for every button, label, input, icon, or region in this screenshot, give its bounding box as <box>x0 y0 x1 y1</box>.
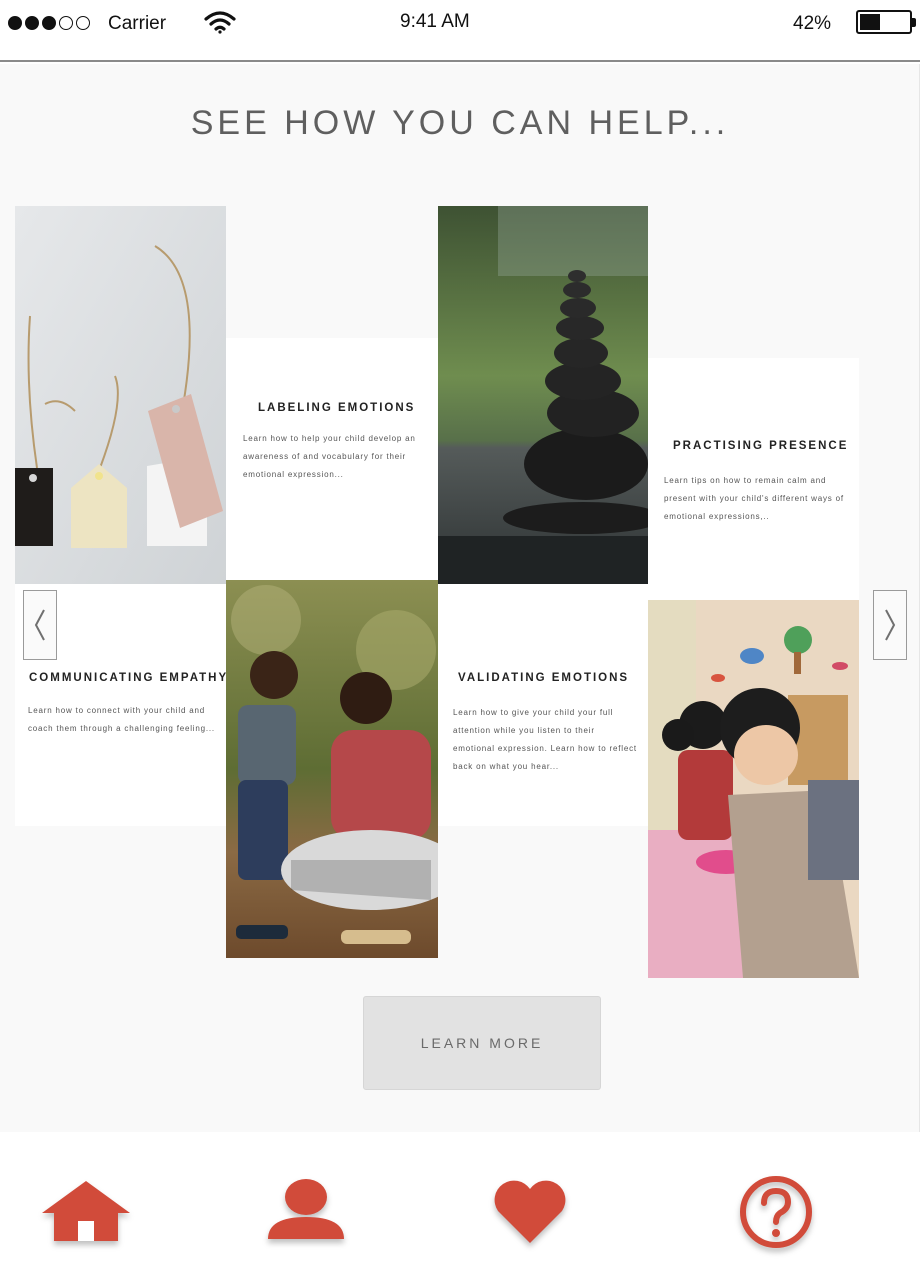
carousel-prev-button[interactable] <box>23 590 57 660</box>
battery-percentage: 42% <box>793 13 832 34</box>
card-title: LABELING EMOTIONS <box>258 402 416 414</box>
wifi-icon <box>204 11 236 34</box>
card-title: COMMUNICATING EMPATHY <box>29 672 229 684</box>
tab-favorites[interactable] <box>484 1172 576 1252</box>
carrier-label: Carrier <box>108 13 167 34</box>
heart-icon <box>494 1180 566 1243</box>
main-content: SEE HOW YOU CAN HELP... LABELING EMOTION… <box>0 64 920 1132</box>
home-icon <box>42 1181 130 1241</box>
stacked-stones-photo <box>438 206 648 584</box>
chevron-left-icon <box>34 609 45 641</box>
card-description: Learn how to help your child develop an … <box>243 434 416 479</box>
card-validating-emotions[interactable]: VALIDATING EMOTIONS Learn how to give yo… <box>438 584 648 826</box>
page-title: SEE HOW YOU CAN HELP... <box>190 104 730 142</box>
classroom-child-photo <box>648 600 859 978</box>
card-description: Learn how to give your child your full a… <box>453 708 637 771</box>
chevron-right-icon <box>885 609 896 641</box>
battery-icon <box>856 10 916 34</box>
tab-profile[interactable] <box>260 1172 352 1252</box>
status-bar: Carrier 9:41 AM 42% <box>0 0 920 62</box>
learn-more-button[interactable]: LEARN MORE <box>363 996 601 1090</box>
help-icon <box>740 1176 812 1248</box>
card-title: PRACTISING PRESENCE <box>673 440 849 452</box>
card-description: Learn tips on how to remain calm and pre… <box>664 476 844 521</box>
mother-child-photo <box>226 580 438 958</box>
card-description: Learn how to connect with your child and… <box>28 706 215 733</box>
card-practising-presence[interactable]: PRACTISING PRESENCE Learn tips on how to… <box>648 358 859 602</box>
carousel-next-button[interactable] <box>873 590 907 660</box>
tab-bar <box>0 1132 920 1274</box>
tab-help[interactable] <box>730 1172 822 1252</box>
gift-tags-photo <box>15 206 226 584</box>
signal-strength-icon <box>8 16 90 30</box>
profile-icon <box>268 1179 344 1239</box>
card-labeling-emotions[interactable]: LABELING EMOTIONS Learn how to help your… <box>226 338 438 582</box>
tab-home[interactable] <box>40 1172 132 1252</box>
status-time: 9:41 AM <box>400 11 470 32</box>
card-title: VALIDATING EMOTIONS <box>458 672 630 684</box>
